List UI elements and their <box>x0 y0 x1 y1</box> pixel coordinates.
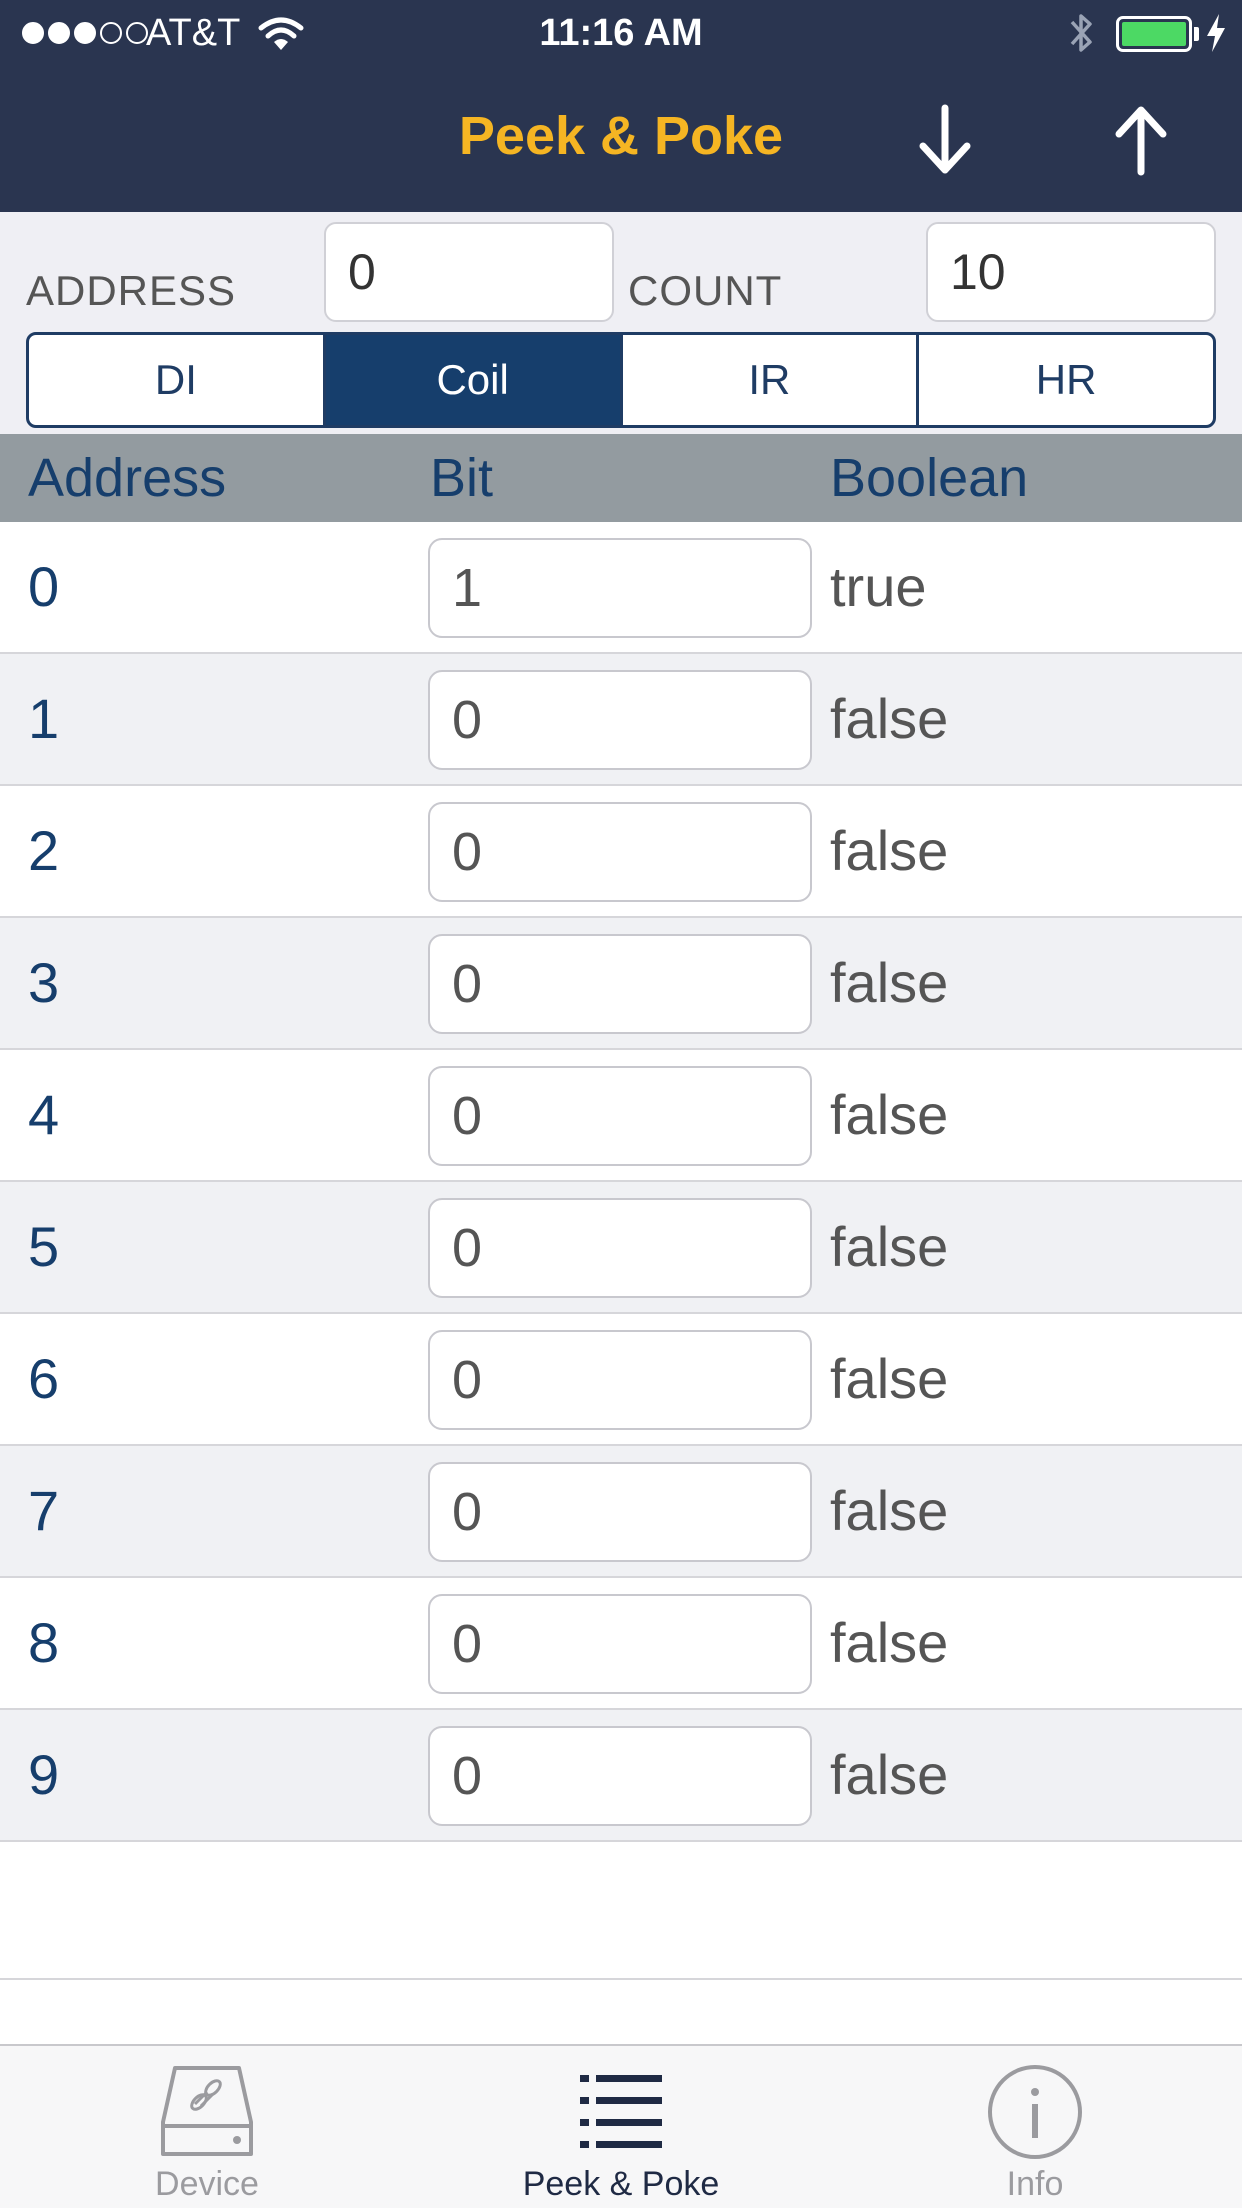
bit-input[interactable] <box>428 1198 812 1298</box>
address-label: ADDRESS <box>26 267 237 314</box>
bit-input[interactable] <box>428 802 812 902</box>
screen: AT&T 11:16 AM Peek & Poke ADDRESS 0 COUN… <box>0 0 1242 2208</box>
row-address: 3 <box>28 951 60 1014</box>
row-address: 1 <box>28 687 60 750</box>
register-type-selector: DI Coil IR HR <box>26 332 1216 428</box>
bit-input[interactable] <box>428 1330 812 1430</box>
query-bar: ADDRESS COUNT DI Coil IR HR <box>0 212 1242 434</box>
tab-peek-poke-label: Peek & Poke <box>522 2165 720 2203</box>
count-label: COUNT <box>628 267 783 314</box>
row-boolean: false <box>830 1743 949 1806</box>
battery-tip <box>1194 27 1199 41</box>
row-boolean: false <box>830 1347 949 1410</box>
bit-input[interactable] <box>428 1726 812 1826</box>
row-address: 6 <box>28 1347 60 1410</box>
table-row: 3 false <box>0 918 1242 1050</box>
table-row: 6 false <box>0 1314 1242 1446</box>
table-row: 2 false <box>0 786 1242 918</box>
arrow-up-icon <box>1115 106 1167 176</box>
charging-bolt-icon <box>1204 12 1228 64</box>
row-address: 5 <box>28 1215 60 1278</box>
device-drive-icon <box>161 2066 253 2156</box>
bit-input[interactable] <box>428 1594 812 1694</box>
status-time: 11:16 AM <box>539 12 703 54</box>
segment-hr[interactable]: HR <box>919 335 1213 425</box>
row-boolean: false <box>830 1083 949 1146</box>
table-row: 9 false <box>0 1710 1242 1842</box>
tab-peek-poke[interactable]: Peek & Poke <box>414 2062 828 2208</box>
battery-level-fill <box>1122 22 1186 46</box>
row-boolean: false <box>830 1215 949 1278</box>
row-address: 2 <box>28 819 60 882</box>
info-icon <box>988 2065 1082 2159</box>
row-address: 7 <box>28 1479 60 1542</box>
bit-input[interactable] <box>428 1462 812 1562</box>
read-button[interactable] <box>900 98 990 182</box>
bit-input[interactable] <box>428 934 812 1034</box>
segment-ir[interactable]: IR <box>623 335 920 425</box>
row-boolean: true <box>830 555 927 618</box>
status-bar: AT&T 11:16 AM <box>0 0 1242 66</box>
table-row: 1 false <box>0 654 1242 786</box>
segment-di[interactable]: DI <box>29 335 326 425</box>
tab-bar: Device Peek & Poke Info <box>0 2044 1242 2208</box>
row-address: 8 <box>28 1611 60 1674</box>
battery-icon <box>1116 16 1192 52</box>
table-row: 5 false <box>0 1182 1242 1314</box>
table-row: 8 false <box>0 1578 1242 1710</box>
table-header: Address Bit Boolean <box>0 434 1242 522</box>
page-title: Peek & Poke <box>458 106 784 166</box>
column-header-bit: Bit <box>430 448 494 508</box>
column-header-boolean: Boolean <box>830 448 1029 508</box>
bit-input[interactable] <box>428 538 812 638</box>
write-button[interactable] <box>1096 98 1186 182</box>
row-address: 0 <box>28 555 60 618</box>
row-boolean: false <box>830 1479 949 1542</box>
column-header-address: Address <box>28 448 227 508</box>
tab-info[interactable]: Info <box>828 2062 1242 2208</box>
table-row: 7 false <box>0 1446 1242 1578</box>
bit-input[interactable] <box>428 670 812 770</box>
row-boolean: false <box>830 687 949 750</box>
row-boolean: false <box>830 951 949 1014</box>
list-icon <box>580 2075 662 2148</box>
bit-input[interactable] <box>428 1066 812 1166</box>
row-boolean: false <box>830 1611 949 1674</box>
tab-device-label: Device <box>155 2165 259 2203</box>
tab-device[interactable]: Device <box>0 2062 414 2208</box>
empty-table-row <box>0 1846 1242 1980</box>
row-boolean: false <box>830 819 949 882</box>
bluetooth-icon <box>1066 10 1096 66</box>
table-row: 0 true <box>0 522 1242 654</box>
address-input[interactable] <box>324 222 614 322</box>
table-row: 4 false <box>0 1050 1242 1182</box>
arrow-down-icon <box>919 104 971 174</box>
row-address: 4 <box>28 1083 60 1146</box>
row-address: 9 <box>28 1743 60 1806</box>
tab-info-label: Info <box>1006 2165 1064 2203</box>
table-body: 0 true 1 false 2 false 3 false 4 false 5… <box>0 522 1242 1842</box>
count-input[interactable] <box>926 222 1216 322</box>
segment-coil[interactable]: Coil <box>325 335 623 425</box>
header: AT&T 11:16 AM Peek & Poke <box>0 0 1242 212</box>
